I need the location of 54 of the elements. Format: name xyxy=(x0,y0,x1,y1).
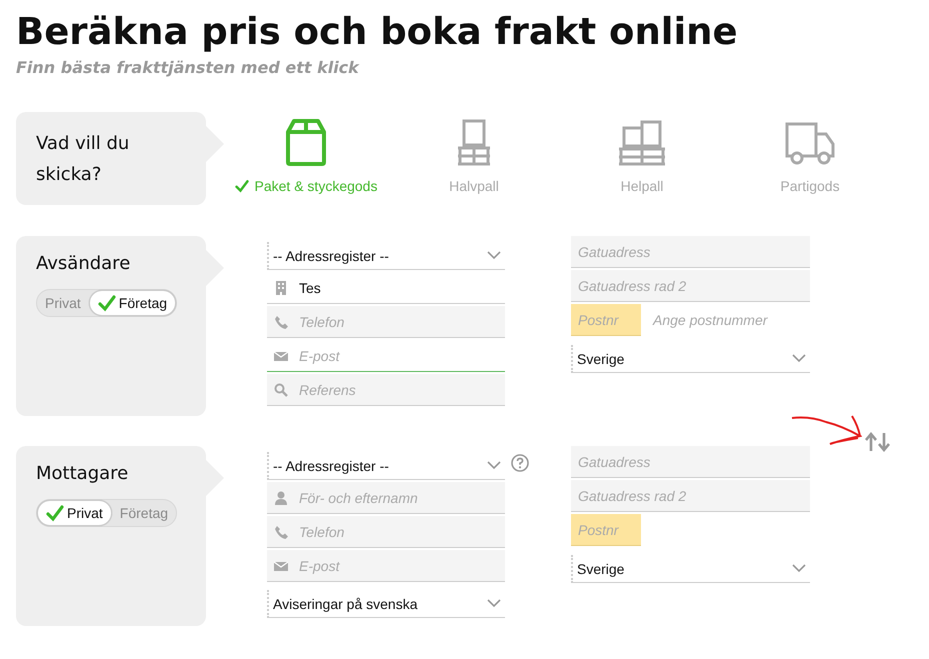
pallet-icon xyxy=(616,118,668,166)
chevron-down-icon xyxy=(487,461,501,470)
check-icon xyxy=(98,294,116,312)
phone-icon xyxy=(274,314,288,328)
input-field[interactable]: Gatuadress xyxy=(571,236,810,268)
input-field[interactable]: Telefon xyxy=(267,516,505,548)
chevron-down-icon xyxy=(792,564,806,573)
input-field[interactable]: Gatuadress xyxy=(571,446,810,478)
text-input[interactable]: Telefon xyxy=(299,524,498,540)
person-icon xyxy=(274,490,288,504)
text-input[interactable]: Gatuadress rad 2 xyxy=(578,278,803,294)
postcode-hint: Ange postnummer xyxy=(653,312,768,328)
chevron-down-icon xyxy=(487,251,501,260)
input-field[interactable]: Gatuadress rad 2 xyxy=(571,480,810,512)
section-label: Mottagare xyxy=(36,462,128,486)
text-input[interactable]: Gatuadress rad 2 xyxy=(578,488,803,504)
dropdown[interactable]: Sverige xyxy=(571,555,810,583)
section-label: Avsändare xyxy=(36,252,130,276)
section-label: Vad vill du skicka? xyxy=(36,132,130,186)
mail-icon xyxy=(274,558,288,572)
building-icon xyxy=(274,280,288,294)
page-subtitle: Finn bästa frakttjänsten med ett klick xyxy=(16,58,359,77)
toggle-option[interactable]: Företag xyxy=(88,290,176,316)
text-input[interactable]: För- och efternamn xyxy=(299,490,498,506)
check-icon xyxy=(234,179,249,193)
search-icon xyxy=(274,382,288,396)
phone-icon xyxy=(274,524,288,538)
swap-icon[interactable] xyxy=(864,432,892,452)
toggle-switch[interactable]: Privat Företag xyxy=(36,289,178,317)
text-input[interactable]: Gatuadress xyxy=(578,244,803,260)
input-field[interactable]: E-post xyxy=(267,550,505,582)
toggle-switch[interactable]: Privat Företag xyxy=(36,499,178,527)
page-title: Beräkna pris och boka frakt online xyxy=(16,9,738,55)
text-input[interactable]: Tes xyxy=(299,280,498,296)
postcode-field[interactable]: Postnr xyxy=(571,304,641,336)
input-field[interactable]: Referens xyxy=(267,374,505,406)
toggle-option[interactable]: Privat xyxy=(37,500,112,526)
postcode-field[interactable]: Postnr xyxy=(571,514,641,546)
dropdown[interactable]: -- Adressregister -- xyxy=(267,242,505,270)
chevron-down-icon xyxy=(792,354,806,363)
input-field[interactable]: För- och efternamn xyxy=(267,482,505,514)
chevron-down-icon xyxy=(487,599,501,608)
text-input[interactable]: Referens xyxy=(299,382,498,398)
text-input[interactable]: Gatuadress xyxy=(578,454,803,470)
dropdown[interactable]: Sverige xyxy=(571,345,810,373)
dropdown[interactable]: Aviseringar på svenska xyxy=(267,590,505,618)
check-icon xyxy=(46,504,64,522)
text-input[interactable]: E-post xyxy=(299,348,498,364)
help-icon[interactable] xyxy=(511,454,529,472)
dropdown[interactable]: -- Adressregister -- xyxy=(267,452,505,480)
text-input[interactable]: E-post xyxy=(299,558,498,574)
input-field[interactable]: Gatuadress rad 2 xyxy=(571,270,810,302)
input-field[interactable]: Telefon xyxy=(267,306,505,338)
text-input[interactable]: Telefon xyxy=(299,314,498,330)
